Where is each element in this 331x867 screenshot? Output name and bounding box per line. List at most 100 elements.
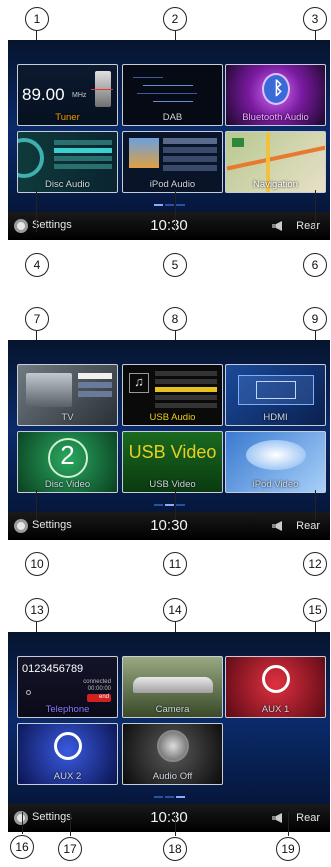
list-row — [54, 156, 112, 161]
page-indicator — [8, 785, 330, 803]
list-row — [78, 373, 112, 379]
rear-speaker-icon[interactable] — [272, 813, 286, 823]
tile-usb-audio[interactable]: ♫ USB Audio — [122, 364, 223, 426]
leader-line — [175, 190, 176, 232]
speaker-icon — [157, 730, 189, 762]
dab-line — [137, 93, 197, 94]
tile-tuner[interactable]: 89.00 MHz Tuner — [17, 64, 118, 126]
leader-line — [175, 812, 176, 836]
tile-dab[interactable]: DAB — [122, 64, 223, 126]
usb-video-title: USB Video — [128, 442, 217, 462]
tile-ipod-audio[interactable]: iPod Audio — [122, 131, 223, 193]
tile-disc-audio-label: Disc Audio — [45, 179, 90, 190]
tuner-unit: MHz — [72, 92, 87, 99]
tile-hdmi[interactable]: HDMI — [225, 364, 326, 426]
tile-hdmi-label: HDMI — [263, 412, 288, 423]
leader-line — [315, 490, 316, 520]
list-row — [163, 147, 217, 153]
list-row — [155, 379, 217, 384]
tile-ipod-video[interactable]: iPod Video — [225, 431, 326, 493]
callout-16: 16 — [10, 835, 34, 859]
tile-navigation[interactable]: Navigation — [225, 131, 326, 193]
tile-usb-audio-label: USB Audio — [149, 412, 196, 423]
phone-end-label: end — [98, 694, 109, 700]
tile-audio-off-label: Audio Off — [152, 771, 193, 782]
callout-14: 14 — [163, 598, 187, 622]
tile-tv[interactable]: TV — [17, 364, 118, 426]
leader-line — [288, 812, 289, 836]
map-sign — [232, 138, 244, 147]
tile-disc-video-label: Disc Video — [44, 479, 91, 490]
leader-line — [36, 490, 37, 520]
disc-video-number: 2 — [60, 440, 75, 470]
list-row — [155, 403, 217, 408]
leader-line — [175, 490, 176, 520]
callout-19: 19 — [276, 837, 300, 861]
home-screen-page-3: 0123456789 connected 00:00:00 end Teleph… — [8, 632, 330, 832]
callout-8: 8 — [163, 307, 187, 331]
tile-bluetooth-audio[interactable]: ᛒ Bluetooth Audio — [225, 64, 326, 126]
album-art — [129, 138, 159, 168]
tile-usb-video[interactable]: USB Video USB Video — [122, 431, 223, 493]
list-row — [163, 165, 217, 171]
tile-audio-off[interactable]: Audio Off — [122, 723, 223, 785]
aux-jack-icon — [54, 732, 82, 760]
callout-13: 13 — [25, 598, 49, 622]
tile-aux2-label: AUX 2 — [53, 771, 82, 782]
rear-button[interactable]: Rear — [296, 220, 320, 232]
list-row — [78, 382, 112, 388]
tile-navigation-label: Navigation — [253, 179, 298, 190]
list-row — [155, 387, 217, 392]
tile-aux1[interactable]: AUX 1 — [225, 656, 326, 718]
home-screen-page-1: 89.00 MHz Tuner DAB ᛒ Bluetooth Audio Di… — [8, 40, 330, 240]
home-screen-page-2: TV ♫ USB Audio HDMI 2 Disc Video USB Vid… — [8, 340, 330, 540]
leader-line — [315, 190, 316, 232]
leader-line — [70, 812, 71, 836]
tile-disc-audio[interactable]: Disc Audio — [17, 131, 118, 193]
list-row — [54, 148, 112, 153]
tile-disc-video[interactable]: 2 Disc Video — [17, 431, 118, 493]
phone-call-timer: 00:00:00 — [87, 686, 111, 692]
music-note-icon: ♫ — [129, 373, 149, 393]
list-row — [163, 156, 217, 162]
tile-tv-label: TV — [61, 412, 74, 423]
tuner-frequency: 89.00 — [22, 85, 65, 104]
page-indicator — [8, 193, 330, 211]
tile-aux2[interactable]: AUX 2 — [17, 723, 118, 785]
tile-ipod-video-label: iPod Video — [252, 479, 299, 490]
tv-image — [26, 373, 72, 407]
rear-button[interactable]: Rear — [296, 520, 320, 532]
rear-speaker-icon[interactable] — [272, 521, 286, 531]
rear-button[interactable]: Rear — [296, 812, 320, 824]
bottom-bar: Settings 10:30 Rear — [8, 212, 330, 240]
callout-2: 2 — [163, 7, 187, 31]
bottom-bar: Settings 10:30 Rear — [8, 804, 330, 832]
callout-10: 10 — [25, 552, 49, 576]
tile-camera-label: Camera — [155, 704, 190, 715]
tile-dab-label: DAB — [162, 112, 183, 123]
rear-speaker-icon[interactable] — [272, 221, 286, 231]
callout-15: 15 — [303, 598, 327, 622]
cloud-image — [246, 440, 306, 470]
list-row — [155, 371, 217, 376]
callout-1: 1 — [25, 7, 49, 31]
callout-17: 17 — [58, 837, 82, 861]
tile-camera[interactable]: Camera — [122, 656, 223, 718]
list-row — [54, 164, 112, 169]
bottom-bar: Settings 10:30 Rear — [8, 512, 330, 540]
dab-line — [133, 77, 163, 78]
callout-11: 11 — [163, 552, 187, 576]
tile-telephone[interactable]: 0123456789 connected 00:00:00 end Teleph… — [17, 656, 118, 718]
car-bumper-image — [133, 677, 213, 693]
callout-9: 9 — [303, 307, 327, 331]
callout-3: 3 — [303, 7, 327, 31]
tile-tuner-label: Tuner — [55, 112, 80, 123]
callout-4: 4 — [25, 253, 49, 277]
phone-status-dot — [26, 690, 31, 695]
aux-jack-icon — [262, 665, 290, 693]
list-row — [54, 140, 112, 145]
phone-number: 0123456789 — [22, 663, 84, 675]
callout-12: 12 — [303, 552, 327, 576]
phone-call-status: connected — [83, 679, 111, 685]
callout-7: 7 — [25, 307, 49, 331]
